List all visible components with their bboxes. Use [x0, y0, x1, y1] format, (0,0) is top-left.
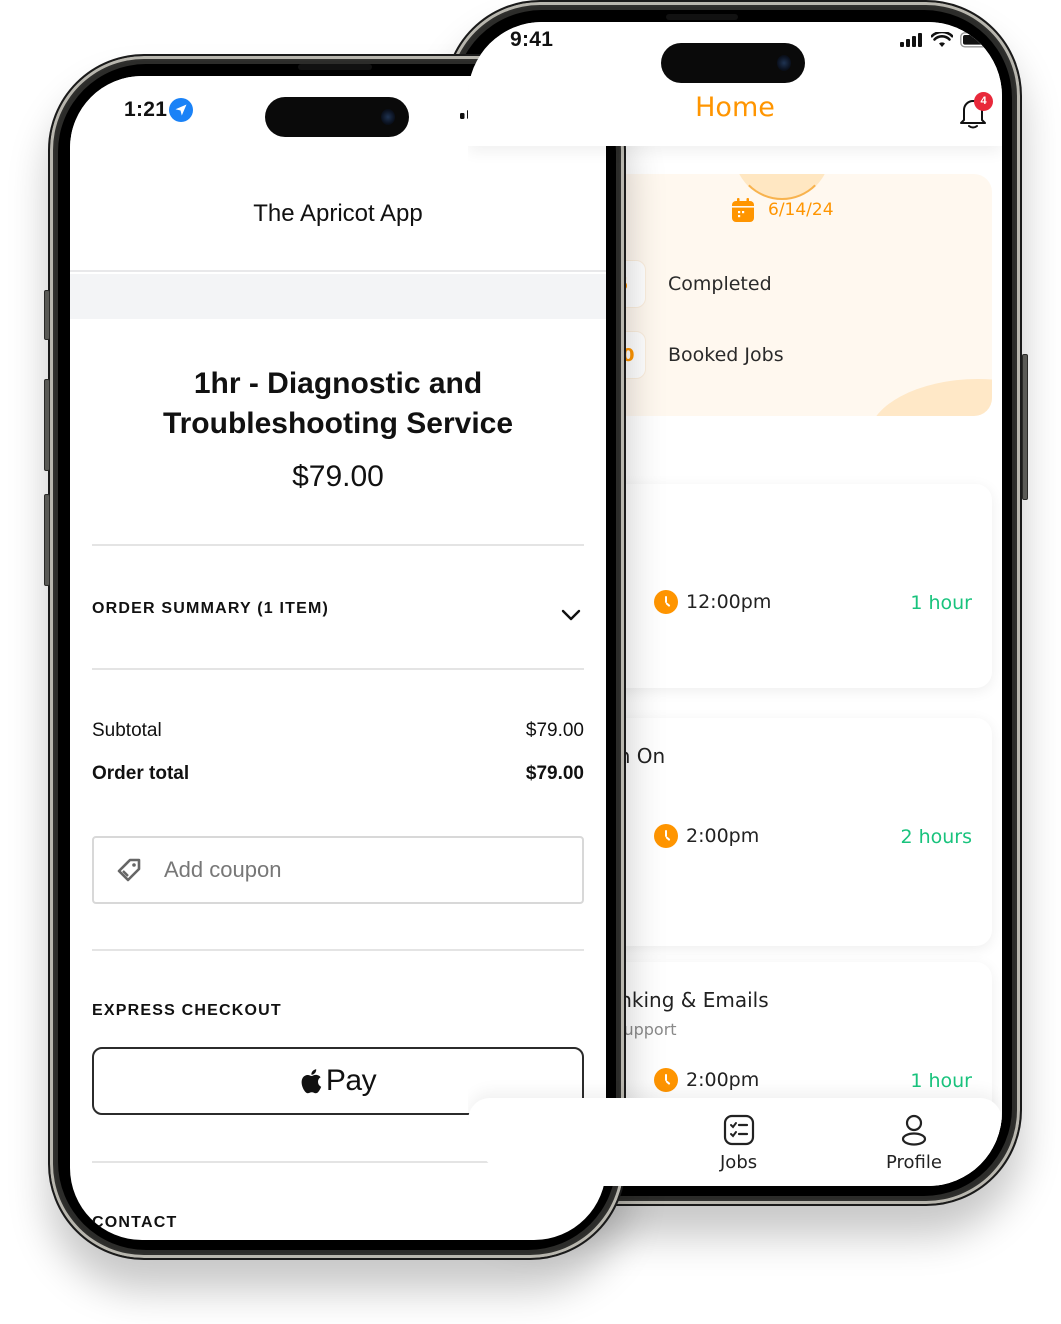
wifi-icon — [931, 32, 953, 47]
job-time-row: 12:00pm — [654, 590, 771, 614]
dynamic-island — [265, 97, 409, 137]
subtotal-value: $79.00 — [525, 720, 584, 741]
tab-bar: Jobs Profile — [468, 1098, 1002, 1186]
calendar-icon — [732, 198, 754, 222]
job-time: 2:00pm — [686, 825, 760, 847]
decorative-wave — [868, 379, 992, 416]
express-checkout-label: EXPRESS CHECKOUT — [92, 1002, 282, 1019]
tab-label: Profile — [886, 1152, 942, 1173]
chevron-down-icon[interactable] — [560, 604, 582, 626]
job-duration: 1 hour — [910, 1070, 972, 1092]
stat-label: Booked Jobs — [668, 344, 784, 366]
divider — [92, 544, 584, 546]
divider — [92, 668, 584, 670]
location-arrow-icon — [169, 98, 194, 122]
app-title: The Apricot App — [253, 200, 423, 227]
product-name: 1hr - Diagnostic and Troubleshooting Ser… — [70, 364, 606, 444]
home-header: 9:41 Home 4 — [468, 22, 1002, 146]
speaker-grille — [666, 14, 738, 20]
subtotal-row: Subtotal $79.00 — [92, 720, 584, 742]
volume-down-button — [44, 494, 50, 586]
status-time-text: 1:21 — [124, 98, 168, 121]
notification-badge: 4 — [974, 92, 993, 111]
tab-label: Jobs — [720, 1152, 758, 1173]
job-duration: 1 hour — [910, 592, 972, 614]
order-summary-toggle[interactable]: ORDER SUMMARY (1 ITEM) — [92, 600, 329, 618]
clock-icon — [654, 1068, 678, 1092]
status-time: 1:21 — [124, 98, 194, 122]
header-spacer — [70, 274, 606, 319]
coupon-input[interactable]: Add coupon — [92, 836, 584, 904]
page-title: Home — [695, 92, 775, 123]
coupon-placeholder: Add coupon — [164, 857, 282, 882]
product-price: $79.00 — [292, 460, 384, 493]
status-icons — [900, 32, 992, 48]
phone-frame-left: 1:21 The Apricot App 1hr - Diagnostic an… — [44, 54, 626, 1260]
date-text: 6/14/24 — [768, 200, 834, 220]
status-time: 9:41 — [510, 28, 554, 51]
clock-icon — [654, 824, 678, 848]
speaker-grille — [298, 64, 372, 70]
order-total-value: $79.00 — [525, 763, 584, 784]
product-name-line-1: 1hr - Diagnostic and — [193, 367, 483, 400]
action-button — [44, 290, 50, 340]
job-time-row: 2:00pm — [654, 824, 759, 848]
subtotal-label: Subtotal — [92, 720, 162, 741]
order-total-label: Order total — [92, 763, 190, 784]
person-icon — [901, 1114, 927, 1146]
tab-profile[interactable]: Profile — [886, 1114, 942, 1173]
apple-pay-label: Pay — [325, 1064, 377, 1097]
battery-icon — [960, 32, 992, 48]
clock-icon — [654, 590, 678, 614]
apple-logo-icon — [301, 1069, 322, 1094]
job-duration: 2 hours — [900, 826, 972, 848]
cellular-signal-icon — [900, 33, 922, 47]
tag-icon — [117, 858, 141, 882]
contact-label: CONTACT — [92, 1214, 178, 1231]
job-time-row: 2:00pm — [654, 1068, 759, 1092]
volume-up-button — [44, 379, 50, 471]
order-total-row: Order total $79.00 — [92, 763, 584, 785]
checklist-icon — [723, 1114, 754, 1146]
date-row[interactable]: 6/14/24 — [732, 198, 834, 222]
side-button — [1022, 354, 1028, 500]
product-name-line-2: Troubleshooting Service — [162, 407, 514, 440]
decorative-circle — [734, 174, 830, 200]
dynamic-island — [661, 43, 805, 83]
divider — [92, 949, 584, 951]
job-time: 12:00pm — [686, 591, 772, 613]
stat-label: Completed — [668, 273, 772, 295]
tab-jobs[interactable]: Jobs — [720, 1114, 757, 1173]
checkout-screen: 1:21 The Apricot App 1hr - Diagnostic an… — [70, 76, 606, 1240]
job-time: 2:00pm — [686, 1069, 760, 1091]
